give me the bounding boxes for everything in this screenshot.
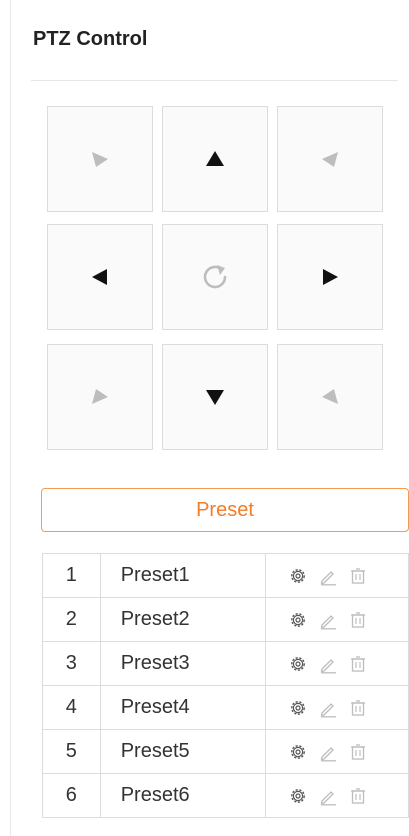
ptz-direction-pad [47,106,383,452]
right-icon [323,269,338,285]
preset-number: 2 [42,597,101,642]
delete-icon[interactable] [348,654,368,674]
gear-icon[interactable] [288,698,308,718]
preset-name: Preset6 [99,773,267,818]
down-icon [206,390,224,405]
ptz-up-right-button[interactable] [277,106,383,212]
delete-icon[interactable] [348,610,368,630]
table-row: 3 Preset3 [42,641,409,686]
gear-icon[interactable] [288,742,308,762]
delete-icon[interactable] [348,742,368,762]
ptz-down-button[interactable] [162,344,268,450]
ptz-up-left-button[interactable] [47,106,153,212]
table-row: 6 Preset6 [42,773,409,818]
table-row: 5 Preset5 [42,729,409,774]
preset-button[interactable]: Preset [41,488,409,532]
preset-name: Preset1 [99,553,267,598]
preset-number: 5 [42,729,101,774]
down-left-icon [92,389,108,404]
ptz-down-right-button[interactable] [277,344,383,450]
table-row: 1 Preset1 [42,553,409,598]
delete-icon[interactable] [348,698,368,718]
gear-icon[interactable] [288,654,308,674]
preset-name: Preset4 [99,685,267,730]
edit-icon[interactable] [318,610,338,630]
left-icon [92,269,107,285]
delete-icon[interactable] [348,566,368,586]
ptz-reset-button[interactable] [162,224,268,330]
gear-icon[interactable] [288,610,308,630]
gear-icon[interactable] [288,566,308,586]
preset-number: 1 [42,553,101,598]
table-row: 2 Preset2 [42,597,409,642]
gear-icon[interactable] [288,786,308,806]
down-right-icon [322,389,338,404]
up-right-icon [322,152,338,167]
edit-icon[interactable] [318,786,338,806]
divider [31,80,398,81]
preset-table: 1 Preset1 2 Preset2 3 Preset3 4 Preset4 … [42,553,409,818]
table-row: 4 Preset4 [42,685,409,730]
ptz-left-button[interactable] [47,224,153,330]
edit-icon[interactable] [318,742,338,762]
preset-number: 6 [42,773,101,818]
edit-icon[interactable] [318,566,338,586]
preset-number: 3 [42,641,101,686]
reset-icon [203,265,227,289]
ptz-up-button[interactable] [162,106,268,212]
ptz-panel: PTZ Control Preset 1 Preset1 2 Preset2 3… [10,0,409,836]
up-icon [206,151,224,166]
up-left-icon [92,152,108,167]
panel-title: PTZ Control [33,28,148,50]
ptz-right-button[interactable] [277,224,383,330]
preset-name: Preset5 [99,729,267,774]
preset-name: Preset2 [99,597,267,642]
preset-number: 4 [42,685,101,730]
delete-icon[interactable] [348,786,368,806]
edit-icon[interactable] [318,698,338,718]
preset-name: Preset3 [99,641,267,686]
ptz-down-left-button[interactable] [47,344,153,450]
edit-icon[interactable] [318,654,338,674]
